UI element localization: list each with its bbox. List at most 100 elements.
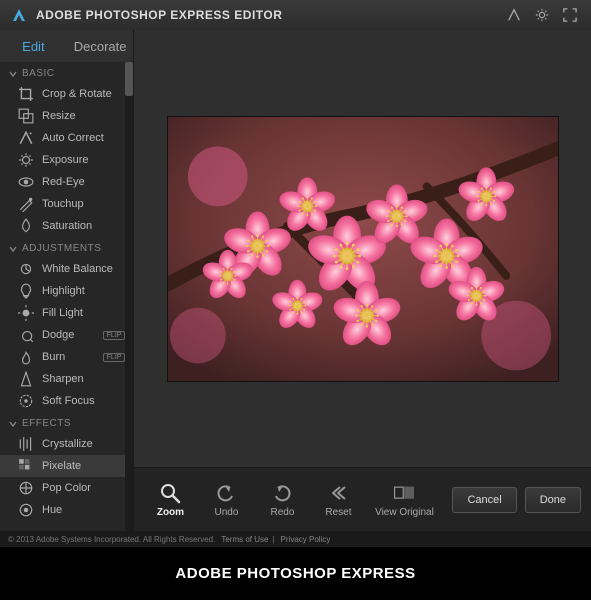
undo-icon: [215, 482, 237, 504]
saturation-icon: [18, 219, 34, 233]
crop-rotate-icon: [18, 87, 34, 101]
tool-exposure[interactable]: Exposure: [0, 149, 133, 171]
section-basic[interactable]: BASIC: [0, 62, 133, 83]
view-original-label: View Original: [375, 507, 434, 518]
caret-down-icon: [8, 244, 18, 254]
auto-correct-icon: [18, 131, 34, 145]
undo-label: Undo: [215, 507, 239, 518]
tool-label: Soft Focus: [42, 395, 95, 407]
zoom-button[interactable]: Zoom: [144, 475, 196, 525]
done-button[interactable]: Done: [525, 487, 581, 513]
redo-label: Redo: [271, 507, 295, 518]
tool-white-balance[interactable]: White Balance: [0, 258, 133, 280]
settings-gear-icon[interactable]: [531, 6, 553, 24]
highlight-icon: [18, 284, 34, 298]
tool-sharpen[interactable]: Sharpen: [0, 368, 133, 390]
tool-label: Crystallize: [42, 438, 93, 450]
tool-label: Red-Eye: [42, 176, 85, 188]
tool-label: White Balance: [42, 263, 113, 275]
tool-saturation[interactable]: Saturation: [0, 215, 133, 237]
redo-icon: [271, 482, 293, 504]
tool-soft-focus[interactable]: Soft Focus: [0, 390, 133, 412]
zoom-label: Zoom: [157, 507, 184, 518]
section-label: EFFECTS: [22, 418, 71, 429]
burn-icon: [18, 350, 34, 364]
tool-label: Exposure: [42, 154, 88, 166]
sidebar-tabs: Edit Decorate: [0, 30, 133, 62]
tool-red-eye[interactable]: Red-Eye: [0, 171, 133, 193]
tool-label: Crop & Rotate: [42, 88, 112, 100]
red-eye-icon: [18, 175, 34, 189]
pixelate-icon: [18, 459, 34, 473]
tool-label: Highlight: [42, 285, 85, 297]
tool-label: Sharpen: [42, 373, 84, 385]
soft-focus-icon: [18, 394, 34, 408]
reset-button[interactable]: Reset: [312, 475, 364, 525]
app-window: ADOBE PHOTOSHOP EXPRESS EDITOR Edit Deco…: [0, 0, 591, 547]
tool-touchup[interactable]: Touchup: [0, 193, 133, 215]
tab-decorate[interactable]: Decorate: [67, 30, 134, 62]
caret-down-icon: [8, 69, 18, 79]
view-original-button[interactable]: View Original: [368, 475, 440, 525]
touchup-icon: [18, 197, 34, 211]
tool-crystallize[interactable]: Crystallize: [0, 433, 133, 455]
reset-icon: [327, 482, 349, 504]
tool-auto-correct[interactable]: Auto Correct: [0, 127, 133, 149]
tool-label: Dodge: [42, 329, 74, 341]
tool-burn[interactable]: Burn FLIP: [0, 346, 133, 368]
terms-link[interactable]: Terms of Use: [221, 535, 268, 544]
image-canvas[interactable]: [167, 116, 559, 382]
tool-pixelate[interactable]: Pixelate: [0, 455, 133, 477]
scrollbar-thumb[interactable]: [125, 62, 133, 96]
tool-label: Saturation: [42, 220, 92, 232]
tool-hue[interactable]: Hue: [0, 499, 133, 521]
tool-label: Pop Color: [42, 482, 91, 494]
sidebar: Edit Decorate BASIC Crop & Rotate Resize Au…: [0, 30, 134, 531]
hue-icon: [18, 503, 34, 517]
reset-label: Reset: [325, 507, 351, 518]
tool-resize[interactable]: Resize: [0, 105, 133, 127]
tool-label: Pixelate: [42, 460, 81, 472]
view-original-icon: [393, 482, 415, 504]
dodge-icon: [18, 328, 34, 342]
share-icon[interactable]: [503, 6, 525, 24]
tool-label: Fill Light: [42, 307, 83, 319]
fill-light-icon: [18, 306, 34, 320]
privacy-link[interactable]: Privacy Policy: [281, 535, 331, 544]
fullscreen-icon[interactable]: [559, 6, 581, 24]
tool-pop-color[interactable]: Pop Color: [0, 477, 133, 499]
caret-down-icon: [8, 419, 18, 429]
badge: FLIP: [103, 331, 126, 340]
white-balance-icon: [18, 262, 34, 276]
crystallize-icon: [18, 437, 34, 451]
sidebar-scrollbar[interactable]: [125, 62, 133, 531]
cancel-button[interactable]: Cancel: [452, 487, 516, 513]
section-adjustments[interactable]: ADJUSTMENTS: [0, 237, 133, 258]
sharpen-icon: [18, 372, 34, 386]
tab-edit[interactable]: Edit: [0, 30, 67, 62]
tool-crop-rotate[interactable]: Crop & Rotate: [0, 83, 133, 105]
tool-label: Resize: [42, 110, 76, 122]
section-effects[interactable]: EFFECTS: [0, 412, 133, 433]
section-label: BASIC: [22, 68, 55, 79]
redo-button[interactable]: Redo: [256, 475, 308, 525]
badge: FLIP: [103, 353, 126, 362]
app-title: ADOBE PHOTOSHOP EXPRESS EDITOR: [36, 8, 282, 22]
tool-highlight[interactable]: Highlight: [0, 280, 133, 302]
section-label: ADJUSTMENTS: [22, 243, 101, 254]
tool-label: Hue: [42, 504, 62, 516]
tool-fill-light[interactable]: Fill Light: [0, 302, 133, 324]
caption: ADOBE PHOTOSHOP EXPRESS: [0, 547, 591, 600]
app-body: Edit Decorate BASIC Crop & Rotate Resize Au…: [0, 30, 591, 531]
tool-dodge[interactable]: Dodge FLIP: [0, 324, 133, 346]
tool-label: Touchup: [42, 198, 84, 210]
canvas-wrap: [134, 30, 591, 467]
tool-label: Burn: [42, 351, 65, 363]
zoom-icon: [159, 482, 181, 504]
tool-label: Auto Correct: [42, 132, 104, 144]
tools-panel: BASIC Crop & Rotate Resize Auto Correct Expo…: [0, 62, 133, 531]
pop-color-icon: [18, 481, 34, 495]
undo-button[interactable]: Undo: [200, 475, 252, 525]
app-logo-icon: [10, 6, 28, 24]
bottom-toolbar: Zoom Undo Redo: [134, 467, 591, 531]
